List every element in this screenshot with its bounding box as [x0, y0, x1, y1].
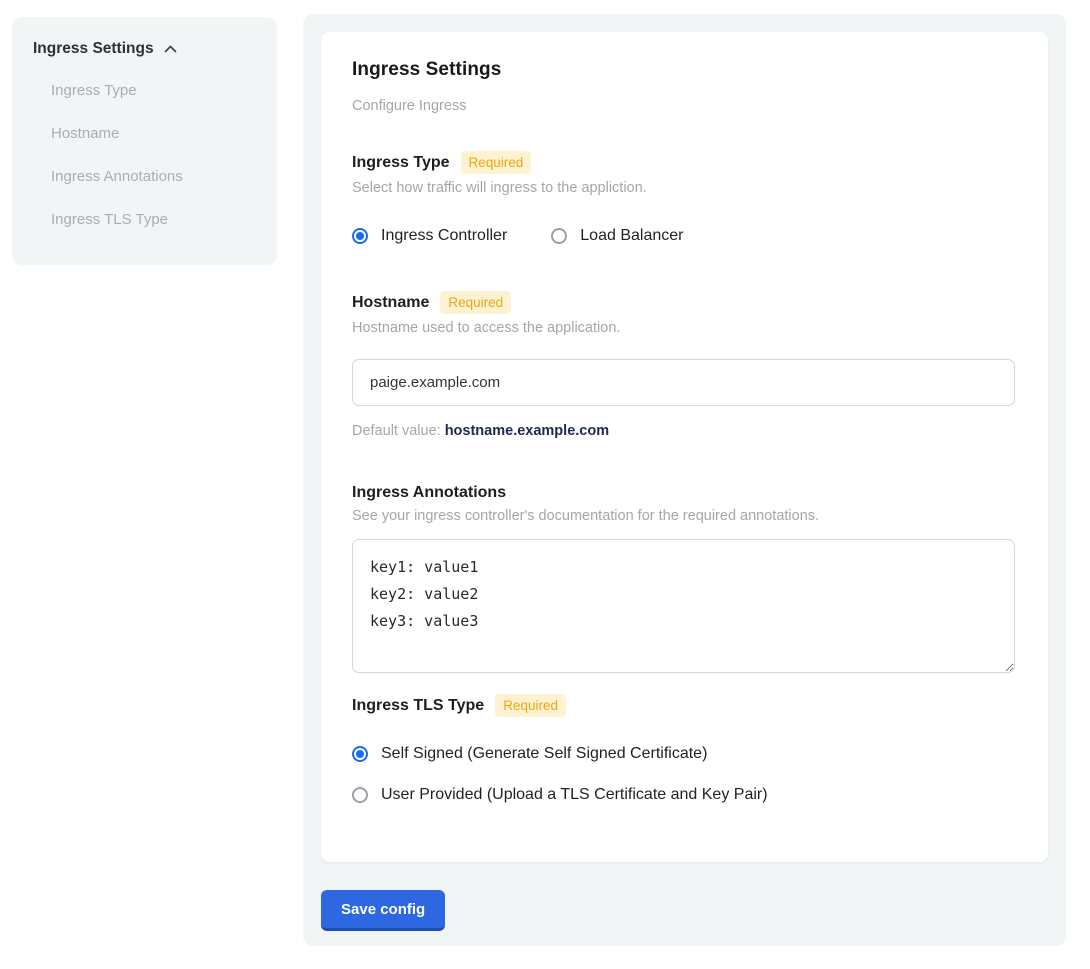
radio-load-balancer[interactable]: Load Balancer [551, 227, 683, 245]
radio-checked-icon[interactable] [352, 228, 368, 244]
ingress-type-options: Ingress Controller Load Balancer [352, 227, 1017, 245]
sidebar-item-ingress-tls-type[interactable]: Ingress TLS Type [51, 211, 256, 228]
default-value-prefix: Default value: [352, 423, 445, 439]
hostname-input[interactable] [352, 359, 1015, 406]
ingress-annotations-label: Ingress Annotations [352, 484, 506, 502]
page-title: Ingress Settings [352, 59, 1017, 81]
default-value-text: hostname.example.com [445, 423, 609, 439]
sidebar-item-list: Ingress Type Hostname Ingress Annotation… [33, 82, 256, 228]
radio-self-signed[interactable]: Self Signed (Generate Self Signed Certif… [352, 745, 1017, 763]
radio-ingress-controller[interactable]: Ingress Controller [352, 227, 507, 245]
page-subtitle: Configure Ingress [352, 98, 1017, 114]
radio-user-provided[interactable]: User Provided (Upload a TLS Certificate … [352, 786, 1017, 804]
sidebar-item-ingress-annotations[interactable]: Ingress Annotations [51, 168, 256, 185]
sidebar-section-title: Ingress Settings [33, 40, 154, 58]
radio-label: User Provided (Upload a TLS Certificate … [381, 786, 768, 804]
sidebar-item-hostname[interactable]: Hostname [51, 125, 256, 142]
ingress-tls-type-options: Self Signed (Generate Self Signed Certif… [352, 745, 1017, 804]
save-config-button[interactable]: Save config [321, 890, 445, 931]
section-ingress-annotations: Ingress Annotations See your ingress con… [352, 484, 1017, 673]
settings-panel: Ingress Settings Configure Ingress Ingre… [303, 14, 1066, 946]
ingress-annotations-textarea[interactable] [352, 539, 1015, 673]
section-ingress-tls-type: Ingress TLS Type Required Self Signed (G… [352, 694, 1017, 804]
radio-unchecked-icon[interactable] [551, 228, 567, 244]
ingress-tls-type-label: Ingress TLS Type [352, 697, 484, 715]
radio-label: Load Balancer [580, 227, 683, 245]
ingress-type-description: Select how traffic will ingress to the a… [352, 180, 1017, 196]
section-hostname: Hostname Required Hostname used to acces… [352, 291, 1017, 439]
sidebar-section-header[interactable]: Ingress Settings [33, 40, 256, 58]
ingress-settings-card: Ingress Settings Configure Ingress Ingre… [321, 32, 1048, 862]
radio-label: Ingress Controller [381, 227, 507, 245]
chevron-up-icon [163, 42, 178, 57]
settings-sidebar: Ingress Settings Ingress Type Hostname I… [12, 17, 277, 265]
radio-checked-icon[interactable] [352, 746, 368, 762]
hostname-label: Hostname [352, 294, 429, 312]
radio-label: Self Signed (Generate Self Signed Certif… [381, 745, 707, 763]
required-badge: Required [461, 151, 532, 174]
ingress-type-label: Ingress Type [352, 154, 450, 172]
section-ingress-type: Ingress Type Required Select how traffic… [352, 151, 1017, 245]
sidebar-item-ingress-type[interactable]: Ingress Type [51, 82, 256, 99]
ingress-annotations-description: See your ingress controller's documentat… [352, 508, 1017, 524]
required-badge: Required [495, 694, 566, 717]
hostname-default-value: Default value: hostname.example.com [352, 423, 1017, 439]
required-badge: Required [440, 291, 511, 314]
radio-unchecked-icon[interactable] [352, 787, 368, 803]
hostname-description: Hostname used to access the application. [352, 320, 1017, 336]
